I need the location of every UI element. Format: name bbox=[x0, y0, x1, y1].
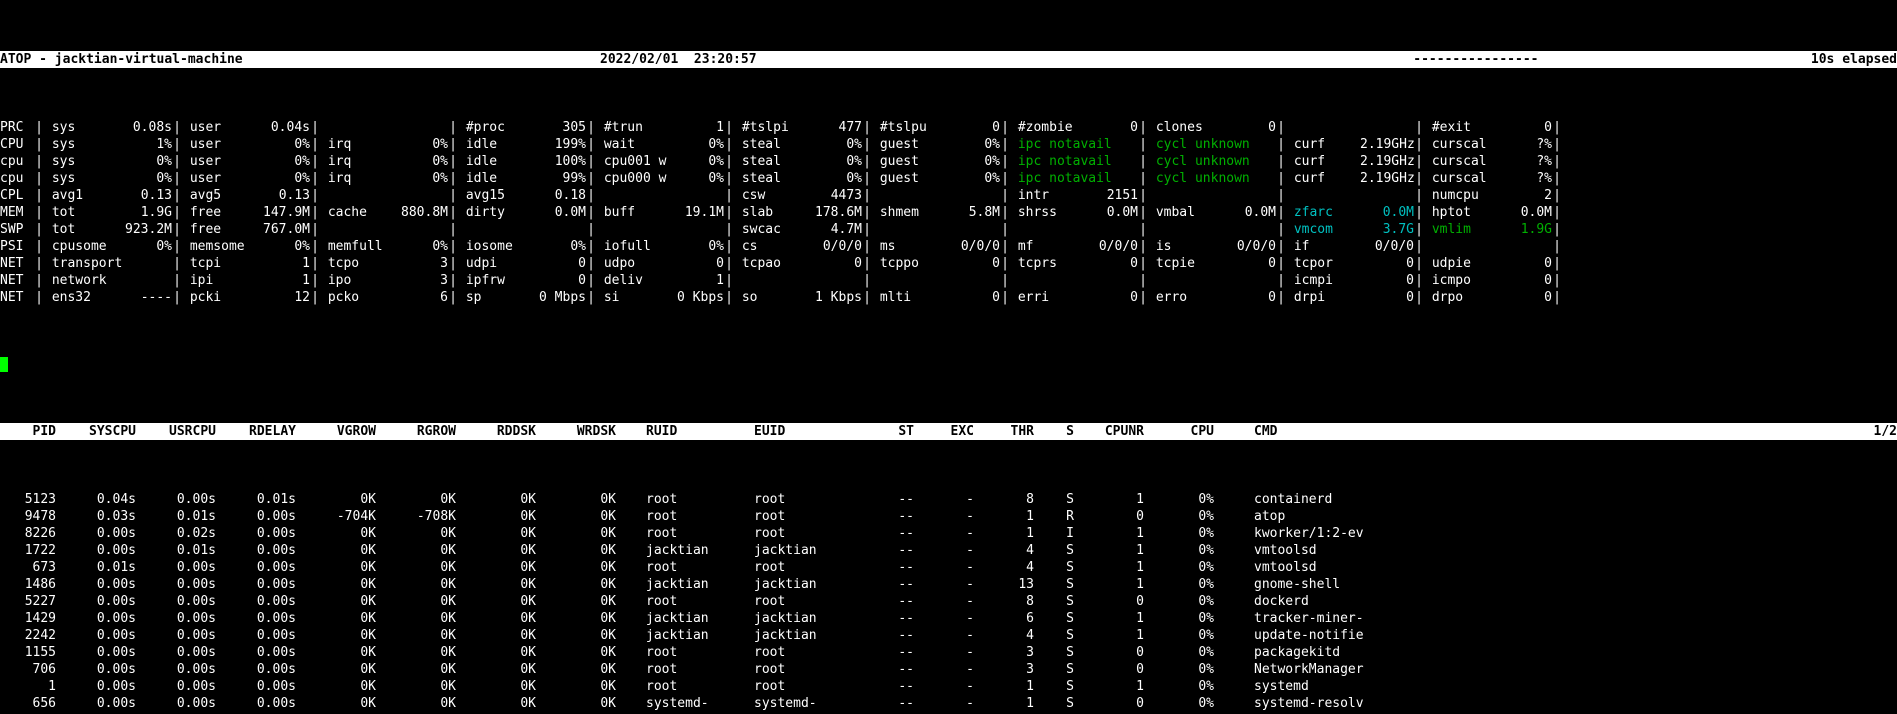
col-rddsk: RDDSK bbox=[456, 423, 536, 440]
col-syscpu: SYSCPU bbox=[56, 423, 136, 440]
stat-row: CPU| sys1%| user0%| irq0%| idle199%| wai… bbox=[0, 136, 1897, 153]
stat-row: SWP| tot923.2M| free767.0M|||| swcac4.7M… bbox=[0, 221, 1897, 238]
col-usrcpu: USRCPU bbox=[136, 423, 216, 440]
stat-row: NET| network| ipi1| ipo3| ipfrw0| deliv1… bbox=[0, 272, 1897, 289]
system-stats-block: PRC| sys0.08s| user0.04s|| #proc305| #tr… bbox=[0, 119, 1897, 306]
stat-row: MEM| tot1.9G| free147.9M| cache880.8M| d… bbox=[0, 204, 1897, 221]
process-row[interactable]: 14290.00s0.00s0.00s0K0K0K0Kjacktianjackt… bbox=[0, 610, 1897, 627]
col-rdelay: RDELAY bbox=[216, 423, 296, 440]
stat-row: cpu| sys0%| user0%| irq0%| idle99%| cpu0… bbox=[0, 170, 1897, 187]
process-row[interactable]: 14860.00s0.00s0.00s0K0K0K0Kjacktianjackt… bbox=[0, 576, 1897, 593]
col-s: S bbox=[1034, 423, 1074, 440]
cursor bbox=[0, 357, 8, 372]
stat-row: NET| ens32----| pcki12| pcko6| sp0 Mbps|… bbox=[0, 289, 1897, 306]
header-bar: ATOP - jacktian-virtual-machine2022/02/0… bbox=[0, 51, 1897, 68]
process-row[interactable]: 17220.00s0.01s0.00s0K0K0K0Kjacktianjackt… bbox=[0, 542, 1897, 559]
col-st: ST bbox=[854, 423, 914, 440]
col-cpu: CPU bbox=[1144, 423, 1214, 440]
cursor-line bbox=[0, 357, 1897, 372]
col-rgrow: RGROW bbox=[376, 423, 456, 440]
col-wrdsk: WRDSK bbox=[536, 423, 616, 440]
stat-row: NET| transport| tcpi1| tcpo3| udpi0| udp… bbox=[0, 255, 1897, 272]
process-row[interactable]: 7060.00s0.00s0.00s0K0K0K0Krootroot---3S0… bbox=[0, 661, 1897, 678]
process-row[interactable]: 10.00s0.00s0.00s0K0K0K0Krootroot---1S10%… bbox=[0, 678, 1897, 695]
col-cmd: CMD bbox=[1214, 423, 1394, 440]
stat-row: cpu| sys0%| user0%| irq0%| idle100%| cpu… bbox=[0, 153, 1897, 170]
col-cpunr: CPUNR bbox=[1074, 423, 1144, 440]
col-thr: THR bbox=[974, 423, 1034, 440]
process-row[interactable]: 52270.00s0.00s0.00s0K0K0K0Krootroot---8S… bbox=[0, 593, 1897, 610]
process-header-bar: PIDSYSCPUUSRCPURDELAYVGROWRGROWRDDSKWRDS… bbox=[0, 423, 1897, 440]
process-row[interactable]: 51230.04s0.00s0.01s0K0K0K0Krootroot---8S… bbox=[0, 491, 1897, 508]
col-euid: EUID bbox=[734, 423, 854, 440]
col-ruid: RUID bbox=[616, 423, 734, 440]
col-pid: PID bbox=[0, 423, 56, 440]
atop-terminal: ATOP - jacktian-virtual-machine2022/02/0… bbox=[0, 0, 1897, 714]
process-row[interactable]: 6560.00s0.00s0.00s0K0K0K0Ksystemd-system… bbox=[0, 695, 1897, 712]
process-row[interactable]: 22420.00s0.00s0.00s0K0K0K0Kjacktianjackt… bbox=[0, 627, 1897, 644]
col-vgrow: VGROW bbox=[296, 423, 376, 440]
process-row[interactable]: 94780.03s0.01s0.00s-704K-708K0K0Krootroo… bbox=[0, 508, 1897, 525]
stat-row: PSI| cpusome0%| memsome0%| memfull0%| io… bbox=[0, 238, 1897, 255]
col-exc: EXC bbox=[914, 423, 974, 440]
process-row[interactable]: 11550.00s0.00s0.00s0K0K0K0Krootroot---3S… bbox=[0, 644, 1897, 661]
process-row[interactable]: 6730.01s0.00s0.00s0K0K0K0Krootroot---4S1… bbox=[0, 559, 1897, 576]
process-list[interactable]: 51230.04s0.00s0.01s0K0K0K0Krootroot---8S… bbox=[0, 491, 1897, 714]
process-row[interactable]: 82260.00s0.02s0.00s0K0K0K0Krootroot---1I… bbox=[0, 525, 1897, 542]
stat-row: PRC| sys0.08s| user0.04s|| #proc305| #tr… bbox=[0, 119, 1897, 136]
page-indicator: 1/2 bbox=[1857, 423, 1897, 440]
stat-row: CPL| avg10.13| avg50.13|| avg150.18|| cs… bbox=[0, 187, 1897, 204]
